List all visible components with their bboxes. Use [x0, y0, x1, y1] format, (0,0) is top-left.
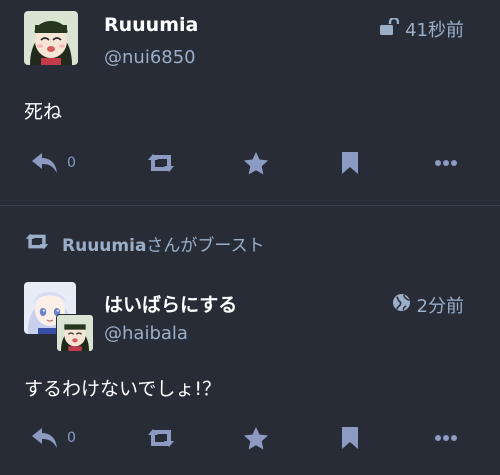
more-icon	[434, 159, 458, 167]
reply-icon	[31, 427, 59, 449]
account-handle[interactable]: @nui6850	[104, 47, 196, 68]
bookmark-icon	[340, 151, 360, 175]
boost-label: さんがブースト	[146, 236, 265, 256]
more-button[interactable]	[434, 148, 458, 178]
star-icon	[243, 426, 269, 450]
retweet-icon	[146, 427, 176, 449]
bookmark-button[interactable]	[340, 423, 360, 453]
status-content: 死ね	[24, 101, 63, 123]
boost-button[interactable]	[146, 148, 176, 178]
display-name[interactable]: はいばらにする	[104, 290, 237, 317]
booster-avatar[interactable]	[56, 314, 94, 352]
timestamp[interactable]: 2分前	[417, 292, 464, 318]
bookmark-button[interactable]	[340, 148, 360, 178]
timestamp[interactable]: 41秒前	[405, 16, 464, 42]
status-meta: 2分前	[392, 292, 464, 318]
status-item[interactable]: Ruuumiaさんがブースト はいばらにする @haibala 2分前 するわけ…	[0, 206, 500, 475]
retweet-icon	[24, 232, 50, 256]
favourite-button[interactable]	[243, 148, 269, 178]
status-item[interactable]: Ruuumia @nui6850 41秒前 死ね 0	[0, 0, 500, 206]
status-actions: 0	[0, 148, 500, 178]
display-name[interactable]: Ruuumia	[104, 14, 198, 36]
booster-name[interactable]: Ruuumia	[62, 236, 146, 256]
reply-button[interactable]: 0	[31, 423, 76, 453]
more-icon	[434, 434, 458, 442]
boost-button[interactable]	[146, 423, 176, 453]
reply-count: 0	[67, 155, 76, 171]
more-button[interactable]	[434, 423, 458, 453]
avatar[interactable]	[24, 11, 78, 65]
status-meta: 41秒前	[379, 16, 464, 42]
globe-icon	[392, 293, 411, 317]
bookmark-icon	[340, 426, 360, 450]
boost-prepend: Ruuumiaさんがブースト	[24, 231, 265, 256]
reply-icon	[31, 152, 59, 174]
unlock-icon	[379, 16, 400, 41]
star-icon	[243, 151, 269, 175]
avatar-overlay[interactable]	[24, 282, 94, 352]
status-actions: 0	[0, 423, 500, 453]
favourite-button[interactable]	[243, 423, 269, 453]
account-handle[interactable]: @haibala	[104, 323, 188, 344]
reply-button[interactable]: 0	[31, 148, 76, 178]
retweet-icon	[146, 152, 176, 174]
status-content: するわけないでしょ!？	[24, 378, 222, 400]
reply-count: 0	[67, 430, 76, 446]
